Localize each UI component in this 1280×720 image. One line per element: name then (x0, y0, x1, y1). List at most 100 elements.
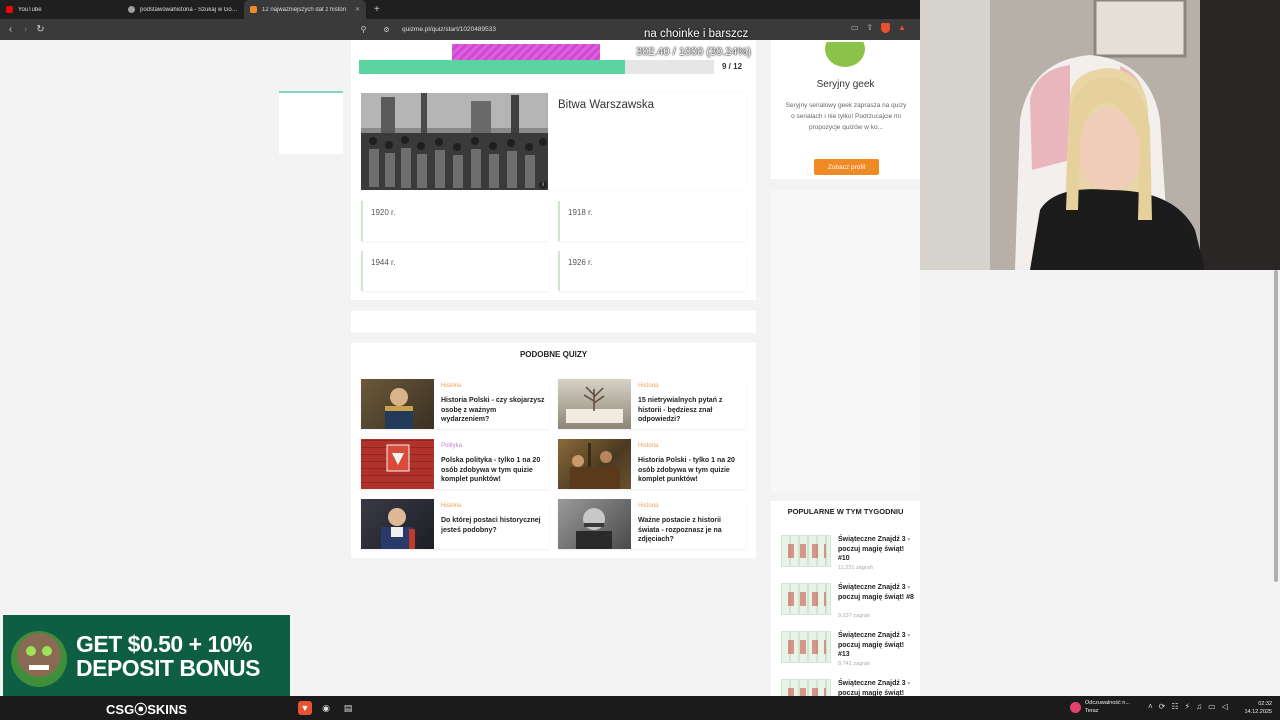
quiz-category: Polityka (441, 443, 463, 449)
casino-promo-banner[interactable]: GET $0.50 + 10% DEPOSIT BONUS (3, 615, 290, 696)
popular-quiz-item[interactable]: Świąteczne Znajdź 3 - poczuj magię świąt… (781, 535, 916, 575)
promo-headline: GET $0.50 + 10% (76, 631, 252, 657)
weather-icon (1070, 701, 1081, 713)
image-info-icon[interactable]: i (539, 181, 547, 189)
webcam-feed (920, 0, 1280, 270)
quiz-thumbnail (558, 379, 631, 429)
popular-quiz-title: Świąteczne Znajdź 3 - poczuj magię świąt… (838, 584, 914, 601)
display-icon[interactable]: ▭ (1208, 702, 1216, 711)
popular-quiz-title: Świąteczne Znajdź 3 - poczuj magię świąt… (838, 632, 910, 658)
weather-notification[interactable]: Odczuwalność n... Teraz (1070, 699, 1130, 715)
quiz-thumbnail (558, 439, 631, 489)
left-ad-placeholder (279, 91, 343, 154)
popular-title: POPULARNE W TYM TYGODNIU (787, 507, 904, 516)
browser-tab-bar: YouTube podstawowahistoria - Szukaj w Go… (0, 0, 920, 19)
answer-option[interactable]: 1920 r. (361, 201, 549, 241)
similar-quiz-card[interactable]: Historia Historia Polski - tylko 1 na 20… (558, 439, 746, 489)
brave-shield-icon[interactable] (881, 23, 891, 33)
reload-icon[interactable]: ↻ (33, 24, 48, 35)
browser-toolbar: ‹ › ↻ ⚲ ⚙ quizme.pl/quiz/start/102048953… (0, 19, 920, 40)
share-icon[interactable]: ⇪ (866, 23, 873, 33)
similar-quiz-card[interactable]: Historia Do której postaci historycznej … (361, 499, 549, 549)
play-count: 9,237 zagrań (838, 613, 871, 619)
tab-label: YouTube (18, 6, 42, 13)
popular-quiz-item[interactable]: Świąteczne Znajdź 3 - poczuj magię świąt… (781, 583, 916, 623)
quiz-category: Historia (638, 503, 659, 509)
similar-quiz-card[interactable]: Historia 15 nietrywialnych pytań z histo… (558, 379, 746, 429)
answer-option[interactable]: 1918 r. (558, 201, 746, 241)
tab-label: 12 najważniejszych dat z histori (262, 6, 347, 13)
tab-google-search[interactable]: podstawowahistoria - Szukaj w Goog (122, 0, 244, 19)
stream-goal-progress-text: 302.40 / 1000 (30.24%) (636, 46, 751, 58)
notification-subtitle: Teraz (1085, 708, 1099, 714)
similar-quiz-card[interactable]: Historia Ważne postacie z historii świat… (558, 499, 746, 549)
notepad-taskbar-icon[interactable]: ▤ (341, 701, 355, 715)
quiz-title: Historia Polski - czy skojarzysz osobę z… (441, 397, 545, 423)
quiz-title: Ważne postacie z historii świata - rozpo… (638, 517, 722, 543)
popular-quiz-item[interactable]: Świąteczne Znajdź 3 - poczuj magię świąt… (781, 631, 916, 671)
tab-label: podstawowahistoria - Szukaj w Goog (140, 6, 238, 13)
answer-option[interactable]: 1944 r. (361, 251, 549, 291)
toolbar-icons: ▭ ⇪ ▲ (851, 23, 906, 33)
promo-subheadline: DEPOSIT BONUS (76, 655, 260, 681)
quiz-progress-bar (359, 60, 714, 74)
back-icon[interactable]: ‹ (3, 24, 18, 35)
play-count: 8,741 zagrań (838, 661, 871, 667)
new-tab-button[interactable]: + (366, 0, 388, 19)
question-text: Bitwa Warszawska (558, 99, 655, 111)
notification-title: Odczuwalność n... (1085, 700, 1130, 706)
quiz-progress-fill (359, 60, 626, 74)
tab-youtube[interactable]: YouTube (0, 0, 122, 19)
close-tab-icon[interactable]: ✕ (355, 6, 360, 13)
volume-icon[interactable]: ◁ (1222, 702, 1228, 711)
quiz-thumbnail (361, 499, 434, 549)
microphone-icon[interactable]: ♫ (1196, 702, 1202, 711)
site-settings-icon[interactable]: ⚙ (379, 26, 394, 34)
scrollbar-thumb[interactable] (1274, 270, 1278, 582)
author-name: Seryjny geek (816, 79, 875, 90)
answer-option[interactable]: 1926 r. (558, 251, 746, 291)
address-bar[interactable]: ⚲ ⚙ quizme.pl/quiz/start/1020489533 (352, 21, 910, 38)
youtube-favicon-icon (6, 6, 13, 13)
question-image (361, 93, 549, 190)
clock-date: 14.12.2025 (1244, 709, 1272, 715)
quiz-thumbnail (781, 535, 831, 567)
quizme-favicon-icon (250, 6, 257, 13)
bluetooth-icon[interactable]: ⚡ (1185, 702, 1191, 711)
url-text: quizme.pl/quiz/start/1020489533 (402, 26, 496, 33)
quiz-thumbnail (781, 631, 831, 663)
brave-taskbar-icon[interactable]: ▼ (298, 701, 312, 715)
quiz-title: Historia Polski - tylko 1 na 20 osób zdo… (638, 457, 735, 483)
similar-quizzes-title: PODOBNE QUIZY (519, 350, 588, 359)
similar-quiz-card[interactable]: Historia Historia Polski - czy skojarzys… (361, 379, 549, 429)
quiz-thumbnail (558, 499, 631, 549)
tab-quiz[interactable]: 12 najważniejszych dat z histori ✕ (244, 0, 366, 19)
question-counter: 9 / 12 (722, 62, 743, 71)
taskbar-clock[interactable]: 02:32 14.12.2025 (1238, 700, 1272, 716)
quiz-thumbnail (361, 439, 434, 489)
forward-icon[interactable]: › (18, 24, 33, 35)
similar-quiz-card[interactable]: Polityka Polska polityka - tylko 1 na 20… (361, 439, 549, 489)
quiz-category: Historia (638, 443, 659, 449)
quiz-category: Historia (638, 383, 659, 389)
network-icon[interactable]: ☷ (1171, 702, 1178, 711)
clock-time: 02:32 (1258, 701, 1272, 707)
cast-icon[interactable]: ▭ (851, 23, 859, 33)
view-profile-button[interactable]: Zobacz profil (814, 159, 879, 175)
promo-brand-logo: CSG⦿SKINS (106, 701, 187, 717)
spacer-band (351, 311, 756, 333)
quiz-category: Historia (441, 503, 462, 509)
quiz-title: Polska polityka - tylko 1 na 20 osób zdo… (441, 457, 541, 483)
stream-goal-title: na choinke i barszcz (644, 28, 749, 40)
popular-quiz-title: Świąteczne Znajdź 3 - poczuj magię świąt… (838, 536, 910, 562)
steam-taskbar-icon[interactable]: ◉ (319, 701, 333, 715)
rewards-icon[interactable]: ▲ (898, 23, 906, 33)
chevron-up-icon[interactable]: ˄ (1148, 702, 1153, 711)
google-favicon-icon (128, 6, 135, 13)
sync-icon[interactable]: ⟳ (1159, 702, 1166, 711)
quiz-thumbnail (361, 379, 434, 429)
bookmark-icon[interactable]: ⚲ (356, 25, 371, 34)
quiz-title: 15 nietrywialnych pytań z historii - będ… (638, 397, 723, 423)
quiz-title: Do której postaci historycznej jesteś po… (441, 517, 541, 534)
sidebar-ad-placeholder (771, 190, 920, 492)
